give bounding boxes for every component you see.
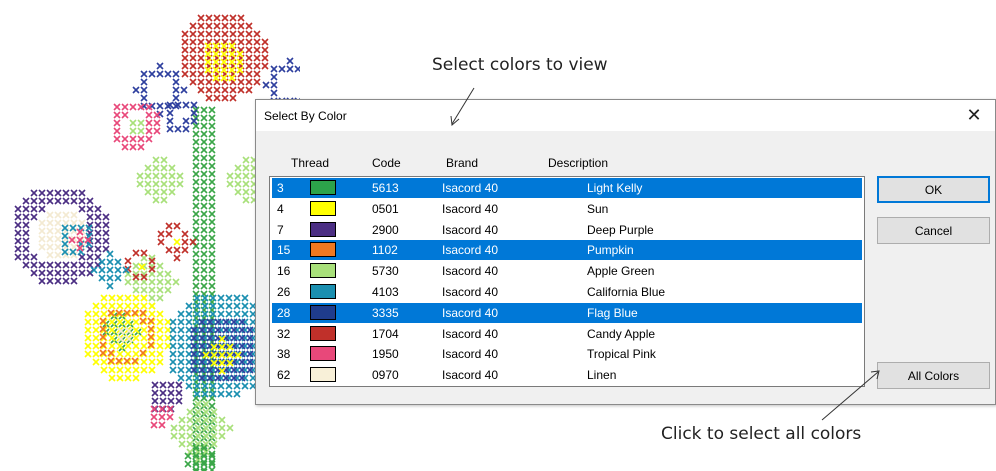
thread-description: Light Kelly	[587, 181, 643, 195]
dialog-titlebar: Select By Color ✕	[256, 100, 995, 131]
list-item[interactable]: 3 5613 Isacord 40 Light Kelly	[272, 178, 862, 198]
color-swatch	[310, 304, 336, 320]
thread-number: 38	[277, 347, 291, 362]
list-item[interactable]: 26 4103 Isacord 40 California Blue	[272, 282, 862, 302]
column-header-code: Code	[372, 156, 401, 170]
thread-brand: Isacord 40	[442, 347, 499, 362]
thread-brand: Isacord 40	[442, 181, 499, 195]
thread-description: Flag Blue	[587, 305, 638, 320]
thread-brand: Isacord 40	[442, 243, 499, 258]
thread-number: 16	[277, 264, 291, 279]
thread-brand: Isacord 40	[442, 201, 499, 216]
thread-brand: Isacord 40	[442, 285, 499, 299]
callout-select-colors: Select colors to view	[432, 55, 608, 75]
column-header-brand: Brand	[446, 156, 479, 170]
thread-description: Apple Green	[587, 264, 655, 279]
list-item[interactable]: 7 2900 Isacord 40 Deep Purple	[272, 220, 862, 240]
list-item[interactable]: 62 0970 Isacord 40 Linen	[272, 365, 862, 385]
list-column-headers: Thread Code Brand Description	[256, 152, 876, 170]
thread-brand: Isacord 40	[442, 222, 499, 237]
thread-description: Candy Apple	[587, 326, 656, 341]
thread-number: 28	[277, 305, 291, 320]
thread-brand: Isacord 40	[442, 264, 499, 279]
thread-description: California Blue	[587, 285, 666, 299]
thread-code: 3335	[372, 305, 399, 320]
list-item[interactable]: 38 1950 Isacord 40 Tropical Pink	[272, 344, 862, 364]
close-icon[interactable]: ✕	[953, 100, 995, 131]
dialog-title: Select By Color	[264, 109, 347, 123]
thread-code: 5613	[372, 181, 399, 195]
color-swatch	[310, 242, 336, 258]
thread-number: 26	[277, 285, 291, 299]
thread-number: 4	[277, 201, 284, 216]
list-item[interactable]: 16 5730 Isacord 40 Apple Green	[272, 261, 862, 281]
thread-description: Linen	[587, 368, 617, 383]
thread-code: 0501	[372, 201, 399, 216]
thread-code: 2900	[372, 222, 399, 237]
list-item[interactable]: 4 0501 Isacord 40 Sun	[272, 199, 862, 219]
list-item[interactable]: 32 1704 Isacord 40 Candy Apple	[272, 324, 862, 344]
thread-description: Tropical Pink	[587, 347, 656, 362]
cancel-button[interactable]: Cancel	[877, 217, 990, 244]
color-swatch	[310, 325, 336, 341]
thread-code: 1950	[372, 347, 399, 362]
thread-description: Sun	[587, 201, 609, 216]
all-colors-button[interactable]: All Colors	[877, 362, 990, 389]
thread-brand: Isacord 40	[442, 326, 499, 341]
color-swatch	[310, 346, 336, 362]
thread-code: 5730	[372, 264, 399, 279]
ok-button[interactable]: OK	[877, 176, 990, 203]
thread-number: 15	[277, 243, 291, 258]
list-item[interactable]: 15 1102 Isacord 40 Pumpkin	[272, 240, 862, 261]
color-swatch	[310, 367, 336, 383]
list-item[interactable]: 28 3335 Isacord 40 Flag Blue	[272, 302, 862, 323]
color-swatch	[310, 200, 336, 216]
thread-number: 7	[277, 222, 284, 237]
thread-number: 62	[277, 368, 291, 383]
thread-code: 0970	[372, 368, 399, 383]
thread-code: 4103	[372, 285, 399, 299]
column-header-description: Description	[548, 156, 609, 170]
color-swatch	[310, 221, 336, 237]
callout-all-colors: Click to select all colors	[661, 424, 862, 444]
thread-description: Pumpkin	[587, 243, 634, 258]
thread-number: 32	[277, 326, 291, 341]
color-swatch	[310, 180, 336, 195]
thread-code: 1102	[372, 243, 398, 258]
thread-brand: Isacord 40	[442, 305, 499, 320]
thread-number: 3	[277, 181, 284, 195]
thread-code: 1704	[372, 326, 399, 341]
thread-description: Deep Purple	[587, 222, 654, 237]
color-swatch	[310, 263, 336, 279]
color-swatch	[310, 284, 336, 299]
column-header-thread: Thread	[291, 156, 330, 170]
thread-brand: Isacord 40	[442, 368, 499, 383]
color-list[interactable]: 3 5613 Isacord 40 Light Kelly 4 0501 Isacord 4…	[269, 176, 865, 387]
select-by-color-dialog: Select By Color ✕ Thread Code Brand Desc…	[255, 99, 996, 405]
